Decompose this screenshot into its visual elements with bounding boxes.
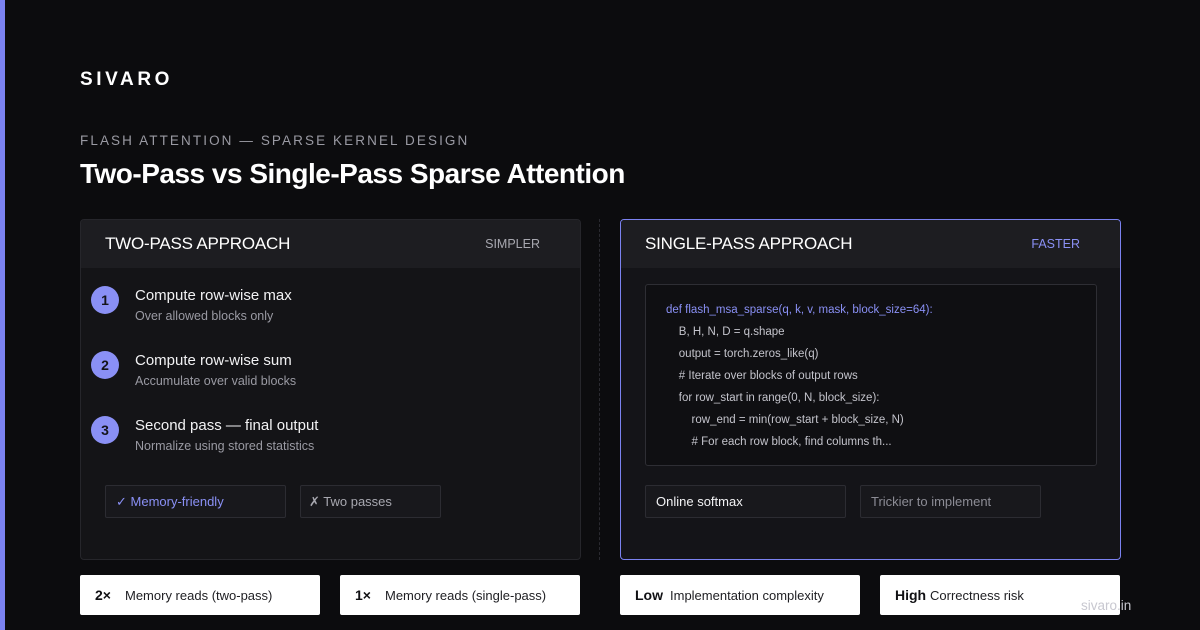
step-subtitle: Normalize using stored statistics [135,439,315,453]
column-divider [599,219,600,560]
step-item: 1 Compute row-wise max Over allowed bloc… [91,286,292,323]
step-subtitle: Over allowed blocks only [135,309,274,323]
brand-logo: SIVARO [80,69,174,90]
card-title: SINGLE-PASS APPROACH [645,234,853,253]
pro-chip: Online softmax [645,485,846,518]
step-number: 3 [91,416,119,444]
con-chip: Trickier to implement [860,485,1041,518]
stat-card: Low Implementation complexity [620,575,860,615]
page-title: Two-Pass vs Single-Pass Sparse Attention [80,158,625,189]
step-item: 2 Compute row-wise sum Accumulate over v… [91,351,297,388]
step-item: 3 Second pass — final output Normalize u… [91,416,319,453]
code-line: row_end = min(row_start + block_size, N) [666,414,904,426]
con-chip: ✗ Two passes [300,485,441,518]
code-line: for row_start in range(0, N, block_size)… [666,392,880,404]
step-subtitle: Accumulate over valid blocks [135,374,297,388]
code-line: B, H, N, D = q.shape [666,326,785,338]
card-tag: FASTER [1031,237,1080,251]
stat-label: Memory reads (single-pass) [385,587,547,603]
step-title: Compute row-wise sum [135,352,292,369]
card-title: TWO-PASS APPROACH [105,234,291,253]
step-title: Compute row-wise max [135,287,292,304]
eyebrow: FLASH ATTENTION — SPARSE KERNEL DESIGN [80,133,470,148]
card-header: SINGLE-PASS APPROACH FASTER [621,220,1120,268]
stat-value: 1× [355,587,371,603]
stat-card: 1× Memory reads (single-pass) [340,575,580,615]
accent-bar [0,0,5,630]
pro-chip: ✓ Memory-friendly [105,485,286,518]
code-line: # For each row block, find columns th... [666,436,892,448]
stat-value: 2× [95,587,111,603]
stat-card: 2× Memory reads (two-pass) [80,575,320,615]
stat-label: Implementation complexity [670,587,824,603]
step-title: Second pass — final output [135,417,319,434]
stat-label: Correctness risk [930,587,1024,603]
step-number: 2 [91,351,119,379]
card-header: TWO-PASS APPROACH SIMPLER [81,220,580,268]
stat-value: High [895,587,927,603]
two-pass-card: TWO-PASS APPROACH SIMPLER 1 Compute row-… [80,219,581,560]
single-pass-card: SINGLE-PASS APPROACH FASTER def flash_ms… [620,219,1121,560]
code-line: def flash_msa_sparse(q, k, v, mask, bloc… [666,304,933,316]
stat-value: Low [635,587,663,603]
step-number: 1 [91,286,119,314]
code-block: def flash_msa_sparse(q, k, v, mask, bloc… [645,284,1097,466]
footer-url: sivaro.in [1081,598,1132,613]
stat-label: Memory reads (two-pass) [125,587,273,603]
card-tag: SIMPLER [485,237,540,251]
code-line: # Iterate over blocks of output rows [666,370,858,382]
code-line: output = torch.zeros_like(q) [666,348,819,360]
